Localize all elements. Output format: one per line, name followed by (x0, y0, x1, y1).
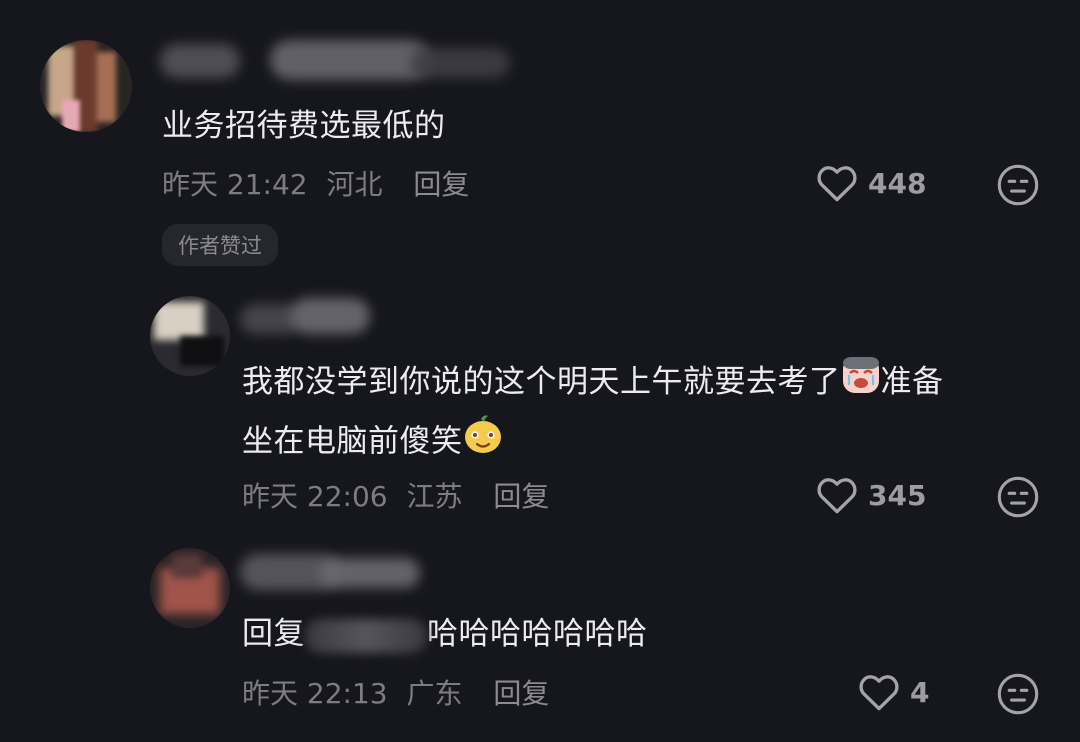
smirk-emoji (463, 413, 503, 473)
avatar[interactable] (150, 296, 230, 376)
comment-text: 业务招待费选最低的 (162, 108, 446, 144)
author-liked-badge: 作者赞过 (162, 224, 278, 266)
username-redacted[interactable] (240, 548, 430, 596)
comment-meta: 昨天 21:42 河北 回复 (162, 163, 469, 203)
dislike-button[interactable] (996, 475, 1040, 523)
like-count: 448 (868, 166, 927, 200)
location: 广东 (406, 677, 463, 710)
dislike-button[interactable] (996, 163, 1040, 211)
like-count: 4 (910, 675, 930, 709)
mentioned-user-redacted[interactable] (305, 618, 427, 653)
reply-text: 哈哈哈哈哈哈哈 (427, 616, 648, 652)
comment-meta: 昨天 22:06 江苏 回复 (242, 475, 549, 515)
comment-1: 业务招待费选最低的 昨天 21:42 河北 回复 448 作者赞过 (0, 0, 1080, 280)
heart-outline-icon (817, 166, 857, 202)
meh-face-icon (997, 164, 1039, 206)
meh-face-icon (997, 673, 1039, 715)
comment-text-line-2: 坐在电脑前傻笑 (242, 413, 1042, 473)
comment-text-line-1: 我都没学到你说的这个明天上午就要去考了 准备 (242, 354, 1042, 413)
crying-emoji (841, 355, 881, 413)
username-redacted[interactable] (160, 38, 520, 88)
comment-text: 我都没学到你说的这个明天上午就要去考了 准备 坐在电脑前傻笑 (242, 354, 1042, 473)
avatar[interactable] (40, 40, 132, 132)
like-button[interactable]: 4 (858, 672, 929, 712)
comment-3: 回复 哈哈哈哈哈哈哈 昨天 22:13 广东 回复 4 (0, 530, 1080, 742)
reply-button[interactable]: 回复 (493, 480, 549, 513)
heart-outline-icon (859, 675, 899, 711)
location: 河北 (326, 168, 383, 201)
location: 江苏 (406, 480, 463, 513)
timestamp: 昨天 21:42 (162, 168, 308, 201)
comment-meta: 昨天 22:13 广东 回复 (242, 672, 549, 712)
reply-button[interactable]: 回复 (413, 168, 469, 201)
timestamp: 昨天 22:06 (242, 480, 388, 513)
like-button[interactable]: 448 (816, 163, 926, 203)
like-count: 345 (868, 478, 927, 512)
username-redacted[interactable] (240, 296, 380, 342)
dislike-button[interactable] (996, 672, 1040, 720)
meh-face-icon (997, 476, 1039, 518)
timestamp: 昨天 22:13 (242, 677, 388, 710)
heart-outline-icon (817, 478, 857, 514)
reply-button[interactable]: 回复 (493, 677, 549, 710)
like-button[interactable]: 345 (816, 475, 926, 515)
comment-text: 回复 哈哈哈哈哈哈哈 (242, 606, 648, 662)
avatar[interactable] (150, 548, 230, 628)
comment-2: 我都没学到你说的这个明天上午就要去考了 准备 坐在电脑前傻笑 昨天 22:06 … (0, 280, 1080, 530)
reply-prefix: 回复 (242, 616, 305, 652)
